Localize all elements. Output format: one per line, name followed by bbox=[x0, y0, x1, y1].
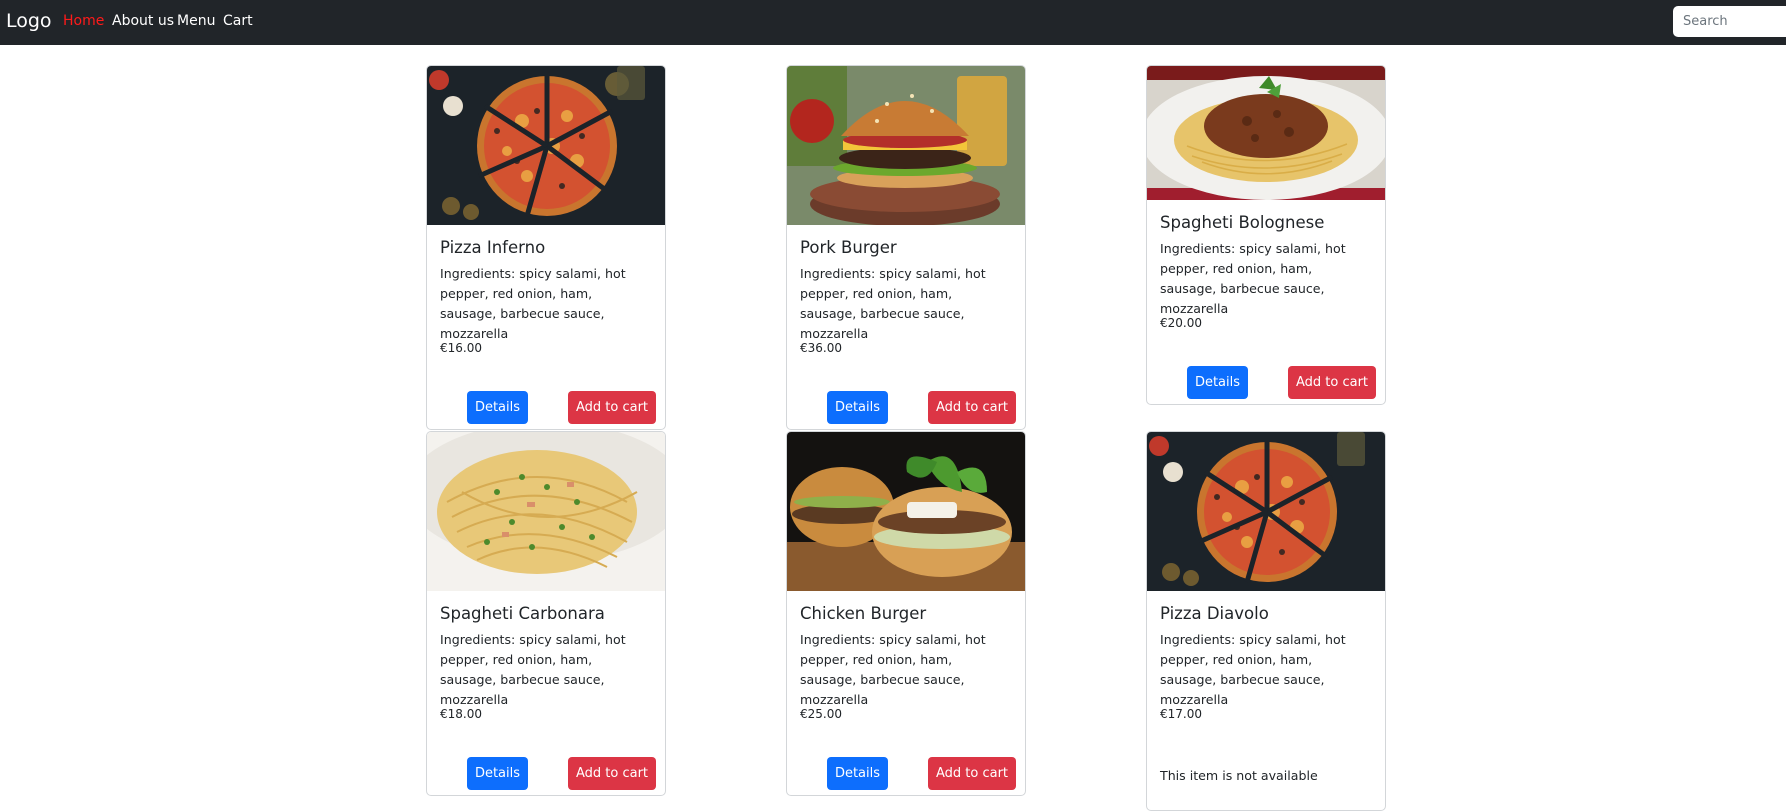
card-ingredients: Ingredients: spicy salami, hot pepper, r… bbox=[440, 266, 626, 341]
carbonara-photo bbox=[427, 432, 665, 591]
product-card-pizza-inferno: Pizza Inferno Ingredients: spicy salami,… bbox=[426, 65, 666, 430]
details-button[interactable]: Details bbox=[827, 757, 888, 790]
card-title: Pizza Inferno bbox=[440, 238, 546, 257]
chicken-burger-photo bbox=[787, 432, 1025, 591]
add-to-cart-button[interactable]: Add to cart bbox=[928, 391, 1016, 424]
unavailable-notice: This item is not available bbox=[1160, 768, 1318, 783]
product-card-chicken-burger: Chicken Burger Ingredients: spicy salami… bbox=[786, 431, 1026, 796]
add-to-cart-button[interactable]: Add to cart bbox=[568, 391, 656, 424]
nav-about-us[interactable]: About us bbox=[112, 13, 174, 29]
card-price: €16.00 bbox=[440, 341, 482, 355]
bolognese-photo bbox=[1147, 66, 1385, 200]
details-button[interactable]: Details bbox=[467, 391, 528, 424]
card-price: €18.00 bbox=[440, 707, 482, 721]
product-card-pork-burger: Pork Burger Ingredients: spicy salami, h… bbox=[786, 65, 1026, 430]
nav-home[interactable]: Home bbox=[63, 13, 104, 29]
card-title: Spagheti Bolognese bbox=[1160, 213, 1325, 232]
pizza-photo bbox=[1147, 432, 1385, 591]
card-ingredients: Ingredients: spicy salami, hot pepper, r… bbox=[1160, 241, 1346, 316]
card-title: Pork Burger bbox=[800, 238, 897, 257]
card-price: €36.00 bbox=[800, 341, 842, 355]
card-ingredients: Ingredients: spicy salami, hot pepper, r… bbox=[440, 632, 626, 707]
product-card-spagheti-carbonara: Spagheti Carbonara Ingredients: spicy sa… bbox=[426, 431, 666, 796]
add-to-cart-button[interactable]: Add to cart bbox=[1288, 366, 1376, 399]
add-to-cart-button[interactable]: Add to cart bbox=[568, 757, 656, 790]
brand-logo[interactable]: Logo bbox=[6, 10, 52, 32]
card-price: €17.00 bbox=[1160, 707, 1202, 721]
card-title: Spagheti Carbonara bbox=[440, 604, 605, 623]
burger-photo bbox=[787, 66, 1025, 225]
details-button[interactable]: Details bbox=[1187, 366, 1248, 399]
product-card-spagheti-bolognese: Spagheti Bolognese Ingredients: spicy sa… bbox=[1146, 65, 1386, 405]
card-price: €20.00 bbox=[1160, 316, 1202, 330]
details-button[interactable]: Details bbox=[467, 757, 528, 790]
card-ingredients: Ingredients: spicy salami, hot pepper, r… bbox=[800, 632, 986, 707]
details-button[interactable]: Details bbox=[827, 391, 888, 424]
card-price: €25.00 bbox=[800, 707, 842, 721]
navbar: Logo Home About us Menu Cart bbox=[0, 0, 1786, 45]
card-title: Chicken Burger bbox=[800, 604, 927, 623]
card-title: Pizza Diavolo bbox=[1160, 604, 1269, 623]
add-to-cart-button[interactable]: Add to cart bbox=[928, 757, 1016, 790]
product-card-pizza-diavolo: Pizza Diavolo Ingredients: spicy salami,… bbox=[1146, 431, 1386, 811]
card-ingredients: Ingredients: spicy salami, hot pepper, r… bbox=[1160, 632, 1346, 707]
card-ingredients: Ingredients: spicy salami, hot pepper, r… bbox=[800, 266, 986, 341]
pizza-photo bbox=[427, 66, 665, 225]
nav-cart[interactable]: Cart bbox=[223, 13, 253, 29]
search-input[interactable] bbox=[1673, 6, 1786, 37]
nav-menu[interactable]: Menu bbox=[177, 13, 215, 29]
